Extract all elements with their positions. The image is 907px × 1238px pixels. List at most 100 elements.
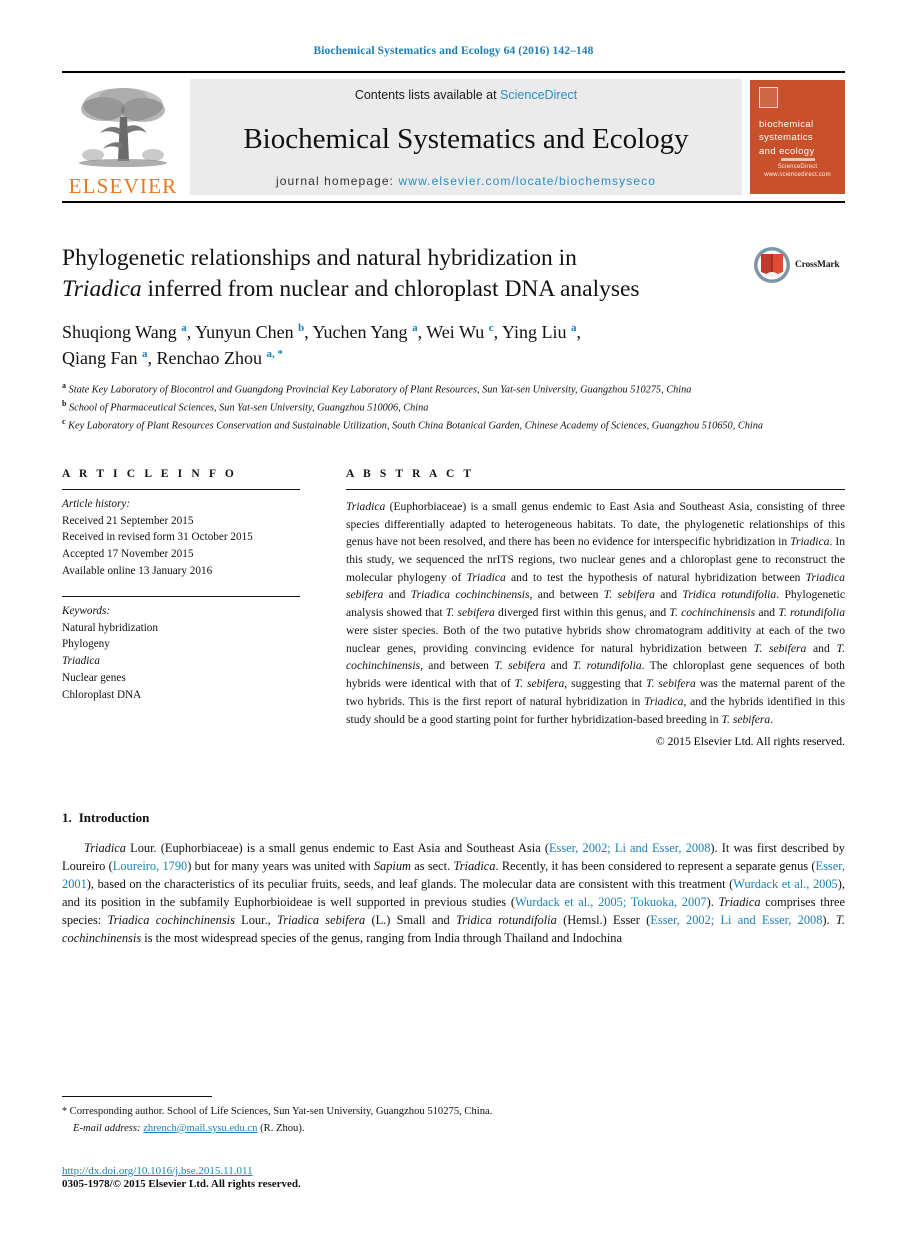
author-affiliation-mark: a — [142, 347, 148, 360]
history-item-0: Received 21 September 2015 — [62, 514, 194, 527]
author-affiliation-mark: a — [412, 322, 418, 335]
cover-divider — [780, 158, 815, 162]
affiliation-c: c Key Laboratory of Plant Resources Cons… — [62, 416, 845, 434]
keyword-2: Triadica — [62, 655, 100, 668]
affiliation-a: a State Key Laboratory of Biocontrol and… — [62, 380, 845, 398]
page-footer: * Corresponding author. School of Life S… — [62, 1096, 845, 1190]
keyword-1: Phylogeny — [62, 638, 110, 651]
history-item-2: Accepted 17 November 2015 — [62, 548, 194, 561]
history-item-1: Received in revised form 31 October 2015 — [62, 531, 253, 544]
footnote-rule — [62, 1096, 212, 1098]
keywords-block: Keywords: Natural hybridization Phylogen… — [62, 597, 300, 704]
running-head: Biochemical Systematics and Ecology 64 (… — [313, 45, 594, 57]
footer-identifiers: http://dx.doi.org/10.1016/j.bse.2015.11.… — [62, 1165, 845, 1190]
crossmark-icon — [754, 247, 790, 283]
keyword-0: Natural hybridization — [62, 621, 158, 634]
cover-footer: ScienceDirect www.sciencedirect.com — [750, 158, 845, 180]
email-link[interactable]: zhrench@mail.sysu.edu.cn — [143, 1123, 257, 1134]
corresponding-author-text: Corresponding author. School of Life Sci… — [69, 1106, 493, 1118]
title-block: Phylogenetic relationships and natural h… — [62, 243, 845, 434]
keywords-label: Keywords: — [62, 604, 111, 617]
corresponding-star: * — [62, 1106, 67, 1118]
homepage-prefix: journal homepage: — [275, 174, 399, 188]
author-2: Yuchen Yang a — [313, 322, 418, 342]
introduction-paragraph: Triadica Lour. (Euphorbiaceae) is a smal… — [62, 841, 845, 946]
article-title-line-1: Phylogenetic relationships and natural h… — [62, 245, 577, 271]
author-affiliation-mark: a — [570, 322, 577, 335]
abstract-heading: A B S T R A C T — [346, 467, 475, 480]
author-name: Yuchen Yang — [312, 322, 408, 343]
author-name: Ying Liu — [501, 322, 567, 343]
author-0: Shuqiong Wang a — [62, 322, 187, 342]
affiliation-mark: a — [62, 381, 66, 391]
affiliation-text: School of Pharmaceutical Sciences, Sun Y… — [69, 402, 429, 414]
contents-available-line: Contents lists available at ScienceDirec… — [355, 88, 577, 102]
author-5: Qiang Fan a — [62, 348, 148, 368]
email-label: E-mail address: — [73, 1122, 141, 1134]
article-title-line-2: inferred from nuclear and chloroplast DN… — [141, 275, 640, 302]
introduction-heading: 1. Introduction — [62, 810, 845, 826]
keyword-4: Chloroplast DNA — [62, 688, 142, 701]
abstract-text: Triadica (Euphorbiaceae) is a small genu… — [346, 499, 845, 726]
author-affiliation-mark: a — [181, 322, 187, 335]
author-affiliation-mark: c — [488, 322, 494, 335]
author-affiliation-mark: a, * — [266, 347, 283, 360]
affiliation-mark: b — [62, 399, 67, 409]
introduction-section: 1. Introduction Triadica Lour. (Euphorbia… — [62, 810, 845, 948]
article-info-heading: A R T I C L E I N F O — [62, 467, 237, 480]
author-affiliation-mark: b — [298, 322, 305, 335]
author-4: Ying Liu a — [502, 322, 577, 342]
crossmark-badge[interactable]: CrossMark — [753, 245, 845, 285]
author-name: Qiang Fan — [62, 347, 138, 368]
cover-sciencedirect-url: www.sciencedirect.com — [764, 172, 831, 179]
page-title: Phylogenetic relationships and natural h… — [62, 243, 762, 304]
cover-sciencedirect-label: ScienceDirect — [777, 164, 818, 171]
author-6: Renchao Zhou a, * — [157, 348, 283, 368]
article-history-label: Article history: — [62, 497, 131, 510]
article-info-column: A R T I C L E I N F O Article history: R… — [62, 468, 300, 749]
cover-elsevier-icon — [759, 87, 778, 108]
elsevier-tree-icon — [79, 88, 167, 167]
affiliation-mark: c — [62, 416, 66, 426]
affiliation-list: a State Key Laboratory of Biocontrol and… — [62, 380, 845, 434]
keyword-3: Nuclear genes — [62, 671, 126, 684]
corresponding-author-note: * Corresponding author. School of Life S… — [62, 1104, 845, 1137]
author-name: Renchao Zhou — [156, 347, 262, 368]
author-name: Wei Wu — [426, 322, 485, 343]
cover-title-line-3: and ecology — [759, 145, 815, 157]
cover-title-line-2: systematics — [759, 132, 814, 144]
journal-masthead: ELSEVIER Contents lists available at Sci… — [62, 71, 845, 203]
article-history-block: Article history: Received 21 September 2… — [62, 490, 300, 580]
journal-cover-thumbnail: biochemical systematics and ecology Scie… — [750, 80, 845, 194]
history-item-3: Available online 13 January 2016 — [62, 564, 213, 577]
corresponding-author-line: * Corresponding author. School of Life S… — [62, 1104, 845, 1120]
author-1: Yunyun Chen b — [195, 322, 304, 342]
journal-homepage-line: journal homepage: www.elsevier.com/locat… — [276, 174, 656, 188]
doi-link[interactable]: http://dx.doi.org/10.1016/j.bse.2015.11.… — [62, 1165, 845, 1177]
article-title-genus: Triadica — [62, 275, 142, 302]
journal-title: Biochemical Systematics and Ecology — [243, 122, 689, 155]
email-line: E-mail address: zhrench@mail.sysu.edu.cn… — [62, 1121, 845, 1137]
introduction-title: Introduction — [78, 810, 150, 826]
author-name: Shuqiong Wang — [62, 322, 177, 343]
author-3: Wei Wu c — [426, 322, 493, 342]
contents-band: Contents lists available at ScienceDirec… — [190, 79, 742, 195]
contents-prefix: Contents lists available at — [354, 88, 501, 102]
affiliation-text: State Key Laboratory of Biocontrol and G… — [68, 384, 692, 396]
sciencedirect-link[interactable]: ScienceDirect — [500, 88, 577, 102]
crossmark-label: CrossMark — [795, 260, 840, 270]
issn-copyright-line: 0305-1978/© 2015 Elsevier Ltd. All right… — [62, 1178, 301, 1190]
elsevier-wordmark: ELSEVIER — [68, 174, 178, 198]
author-name: Yunyun Chen — [195, 322, 294, 343]
cover-title: biochemical systematics and ecology — [759, 118, 836, 158]
info-abstract-columns: A R T I C L E I N F O Article history: R… — [62, 467, 845, 749]
email-owner: (R. Zhou). — [260, 1122, 305, 1134]
affiliation-b: b School of Pharmaceutical Sciences, Sun… — [62, 398, 845, 416]
journal-article-page: Biochemical Systematics and Ecology 64 (… — [0, 0, 907, 1238]
abstract-copyright: © 2015 Elsevier Ltd. All rights reserved… — [655, 735, 845, 749]
author-list: Shuqiong Wang a, Yunyun Chen b, Yuchen Y… — [62, 322, 581, 368]
affiliation-text: Key Laboratory of Plant Resources Conser… — [68, 420, 764, 432]
journal-homepage-link[interactable]: www.elsevier.com/locate/biochemsyseco — [399, 174, 656, 188]
introduction-number: 1. — [62, 810, 72, 826]
